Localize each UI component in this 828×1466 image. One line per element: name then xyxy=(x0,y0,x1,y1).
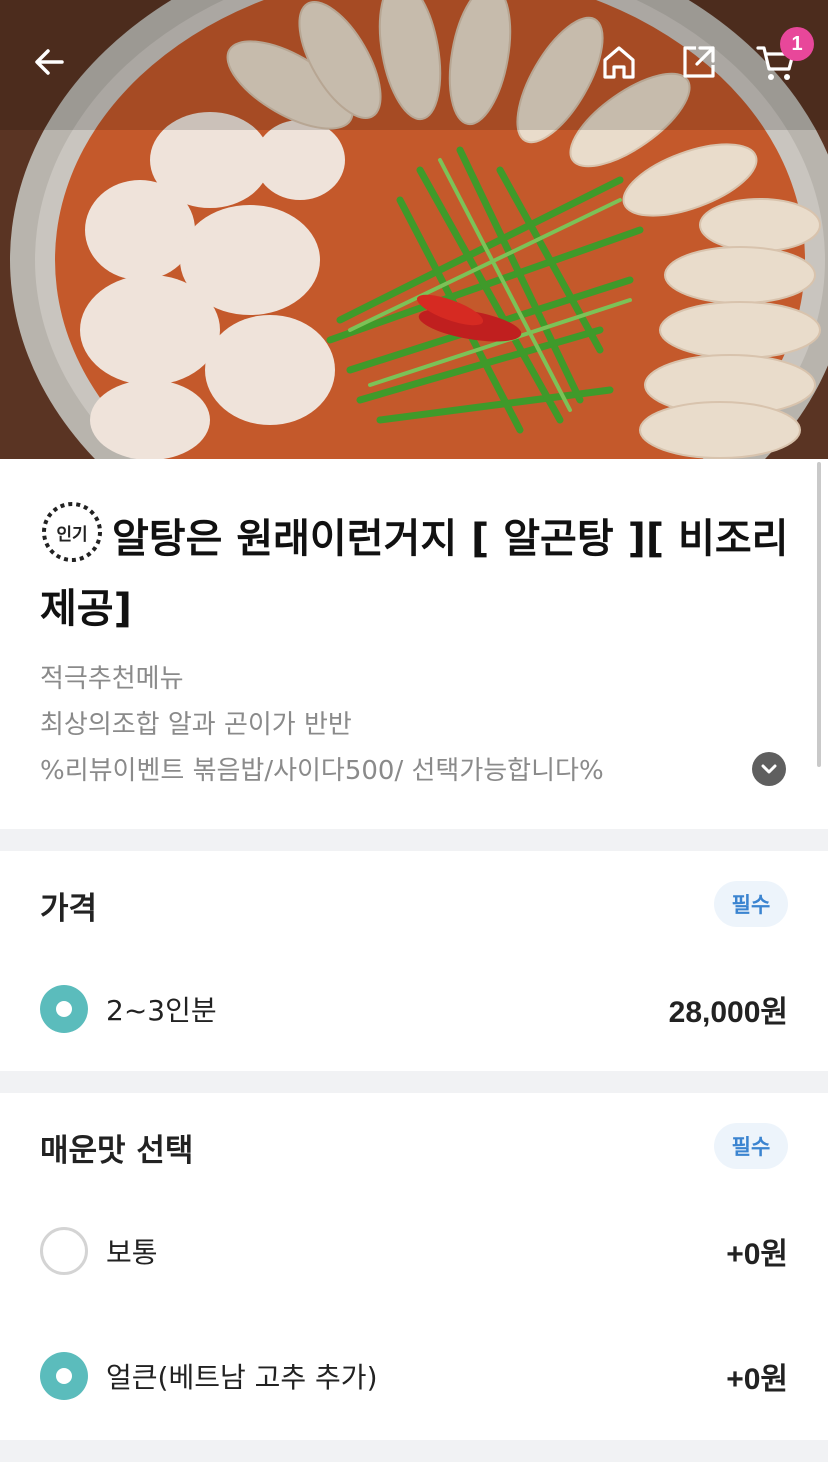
spicy-option-normal[interactable]: 보통 +0원 xyxy=(40,1226,788,1276)
home-button[interactable] xyxy=(595,38,643,86)
option-label: 2~3인분 xyxy=(106,994,217,1027)
description-line: %리뷰이벤트 볶음밥/사이다500/ 선택가능합니다% xyxy=(40,756,604,786)
popular-badge-label: 인기 xyxy=(56,525,87,545)
expand-description-button[interactable] xyxy=(752,752,786,786)
section-divider xyxy=(0,1071,828,1093)
product-title-text: 알탕은 원래이런거지 [ 알곤탕 ][ 비조리제공] xyxy=(40,516,789,632)
section-divider xyxy=(0,829,828,851)
product-title-block: 인기 알탕은 원래이런거지 [ 알곤탕 ][ 비조리제공] xyxy=(40,500,800,644)
top-bar: 1 xyxy=(0,0,828,120)
option-price: +0원 xyxy=(726,1363,788,1396)
radio-selected[interactable] xyxy=(40,1352,88,1400)
product-title: 인기 알탕은 원래이런거지 [ 알곤탕 ][ 비조리제공] xyxy=(40,500,800,644)
required-badge: 필수 xyxy=(714,881,788,927)
scrollbar[interactable] xyxy=(817,462,821,767)
chevron-down-icon xyxy=(761,764,777,774)
option-price: +0원 xyxy=(726,1238,788,1271)
popular-badge: 인기 xyxy=(40,500,104,564)
option-label: 보통 xyxy=(106,1236,158,1269)
option-label: 얼큰(베트남 고추 추가) xyxy=(106,1361,378,1394)
spicy-section-title: 매운맛 선택 xyxy=(40,1133,194,1169)
product-description: 적극추천메뉴 최상의조합 알과 곤이가 반반 %리뷰이벤트 볶음밥/사이다500… xyxy=(40,656,740,794)
description-line: 최상의조합 알과 곤이가 반반 xyxy=(40,710,352,740)
radio-selected[interactable] xyxy=(40,985,88,1033)
cart-count-badge: 1 xyxy=(780,27,814,61)
description-line: 적극추천메뉴 xyxy=(40,664,184,694)
price-section-title: 가격 xyxy=(40,891,98,927)
option-price: 28,000원 xyxy=(668,996,788,1029)
radio-unselected[interactable] xyxy=(40,1227,88,1275)
price-option-2-3[interactable]: 2~3인분 28,000원 xyxy=(40,984,788,1034)
arrow-left-icon xyxy=(35,49,64,75)
home-icon xyxy=(603,46,635,79)
section-divider xyxy=(0,1440,828,1462)
back-button[interactable] xyxy=(26,38,74,86)
required-badge: 필수 xyxy=(714,1123,788,1169)
share-icon xyxy=(683,46,715,78)
spicy-option-hot[interactable]: 얼큰(베트남 고추 추가) +0원 xyxy=(40,1351,788,1401)
share-button[interactable] xyxy=(675,38,723,86)
